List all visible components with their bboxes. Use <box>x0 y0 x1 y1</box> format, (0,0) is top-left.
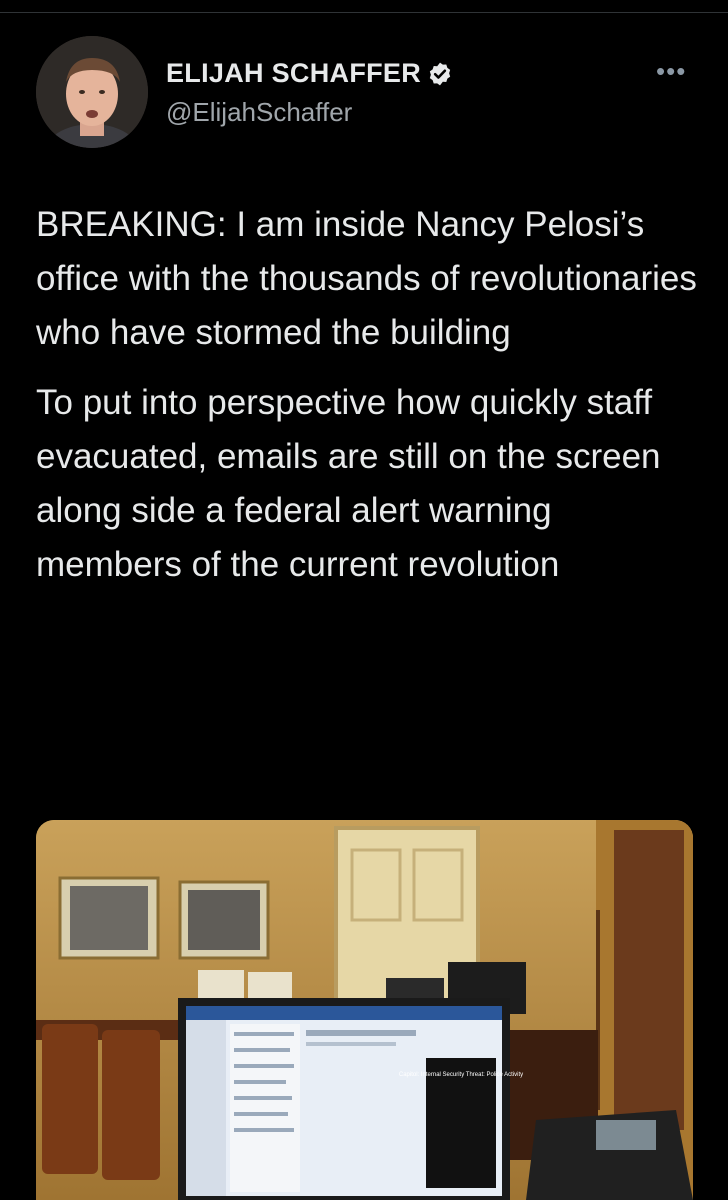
tweet-paragraph: BREAKING: I am inside Nancy Pelosi’s off… <box>36 205 697 352</box>
verified-badge-icon <box>427 61 453 87</box>
tweet-text: BREAKING: I am inside Nancy Pelosi’s off… <box>36 198 706 592</box>
profile-photo <box>36 36 148 148</box>
more-icon[interactable]: ••• <box>656 56 686 87</box>
avatar[interactable] <box>36 36 148 148</box>
office-photo: Capitol: Internal Security Threat: Polic… <box>36 820 693 1200</box>
author-handle[interactable]: @ElijahSchaffer <box>166 97 352 128</box>
author-name[interactable]: ELIJAH SCHAFFER <box>166 58 421 89</box>
top-divider <box>0 12 728 13</box>
tweet-paragraph: To put into perspective how quickly staf… <box>36 383 661 584</box>
tweet-media-photo[interactable]: Capitol: Internal Security Threat: Polic… <box>36 820 693 1200</box>
alert-window-title: Capitol: Internal Security Threat: Polic… <box>399 1072 523 1078</box>
author-name-row[interactable]: ELIJAH SCHAFFER <box>166 58 453 89</box>
